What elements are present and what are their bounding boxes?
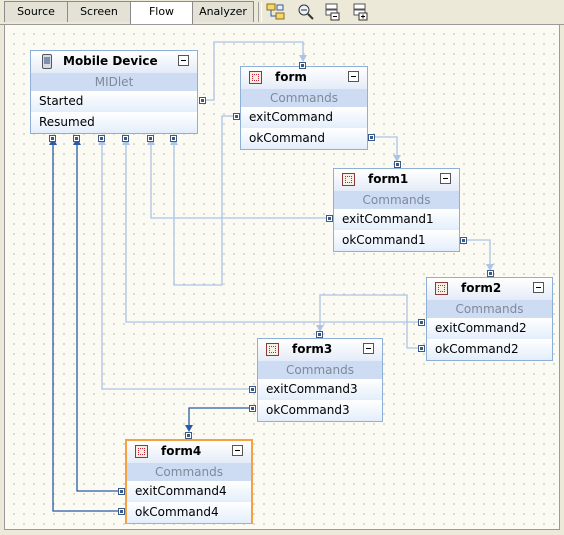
node-subtitle: MIDlet <box>31 73 197 91</box>
collapse-icon[interactable] <box>178 55 189 66</box>
node-title: form3 <box>292 342 333 356</box>
form1-exit-command-row[interactable]: exitCommand1 <box>334 209 459 230</box>
form-node[interactable]: form Commands exitCommand okCommand <box>240 66 368 150</box>
node-header[interactable]: Mobile Device <box>31 51 197 73</box>
collapse-icon[interactable] <box>440 173 451 184</box>
pin-form3-in[interactable] <box>316 331 323 338</box>
collapse-icon[interactable] <box>348 71 359 82</box>
form4-node[interactable]: form4 Commands exitCommand4 okCommand4 <box>125 439 253 524</box>
pin-form-ok[interactable] <box>368 134 375 141</box>
node-subtitle: Commands <box>241 89 367 107</box>
wire-form1-exit-to-mobile <box>150 140 330 219</box>
mobile-started-row[interactable]: Started <box>31 91 197 112</box>
node-title: form2 <box>461 281 502 295</box>
pin-form-exit[interactable] <box>233 113 240 120</box>
pin-form2-exit[interactable] <box>418 319 425 326</box>
pin-mobile-2[interactable] <box>73 135 80 142</box>
form-icon <box>342 173 355 186</box>
pin-form1-in[interactable] <box>394 161 401 168</box>
node-title: form1 <box>368 172 409 186</box>
pin-form3-exit[interactable] <box>249 386 256 393</box>
pin-mobile-5[interactable] <box>147 135 154 142</box>
form1-ok-command-row[interactable]: okCommand1 <box>334 230 459 251</box>
form-icon <box>435 282 448 295</box>
wire-form4-exit-to-mobile <box>76 140 122 492</box>
wire-form3-ok-to-form4 <box>188 407 253 430</box>
collapse-icon[interactable] <box>363 343 374 354</box>
node-header[interactable]: form2 <box>427 278 552 300</box>
wire-form-exit-to-mobile <box>173 115 237 286</box>
form4-ok-command-row[interactable]: okCommand4 <box>127 502 251 523</box>
node-header[interactable]: form3 <box>258 339 382 361</box>
pin-mobile-1[interactable] <box>49 135 56 142</box>
mobile-phone-icon <box>42 54 52 69</box>
wire-form3-exit-to-mobile <box>101 140 253 390</box>
form-icon <box>135 445 148 458</box>
form-icon <box>266 343 279 356</box>
collapse-icon[interactable] <box>533 282 544 293</box>
form3-exit-command-row[interactable]: exitCommand3 <box>258 379 382 400</box>
mobile-device-node[interactable]: Mobile Device MIDlet Started Resumed <box>30 50 198 134</box>
pin-form1-exit[interactable] <box>326 215 333 222</box>
wire-form1-ok-to-form2 <box>462 239 491 269</box>
pin-mobile-4[interactable] <box>122 135 129 142</box>
pin-form2-in[interactable] <box>487 270 494 277</box>
form3-ok-command-row[interactable]: okCommand3 <box>258 400 382 421</box>
wire-form-ok-to-form1 <box>372 136 398 160</box>
form2-exit-command-row[interactable]: exitCommand2 <box>427 318 552 339</box>
pin-started[interactable] <box>199 97 206 104</box>
node-header[interactable]: form <box>241 67 367 89</box>
form-icon <box>249 71 262 84</box>
node-title: form4 <box>161 444 202 458</box>
node-subtitle: Commands <box>258 361 382 379</box>
mobile-resumed-row[interactable]: Resumed <box>31 112 197 133</box>
pin-form4-in[interactable] <box>185 432 192 439</box>
form1-node[interactable]: form1 Commands exitCommand1 okCommand1 <box>333 168 460 252</box>
pin-form3-ok[interactable] <box>249 405 256 412</box>
form3-node[interactable]: form3 Commands exitCommand3 okCommand3 <box>257 338 383 422</box>
form4-exit-command-row[interactable]: exitCommand4 <box>127 481 251 502</box>
node-subtitle: Commands <box>127 463 251 481</box>
node-header[interactable]: form1 <box>334 169 459 191</box>
form2-node[interactable]: form2 Commands exitCommand2 okCommand2 <box>426 277 553 361</box>
pin-mobile-6[interactable] <box>170 135 177 142</box>
node-subtitle: Commands <box>334 191 459 209</box>
node-header[interactable]: form4 <box>127 441 251 463</box>
pin-form-in[interactable] <box>299 62 306 69</box>
form-exit-command-row[interactable]: exitCommand <box>241 107 367 128</box>
wire-form4-ok-to-mobile <box>52 140 122 512</box>
node-subtitle: Commands <box>427 300 552 318</box>
tab-flow[interactable]: Flow <box>130 1 193 24</box>
pin-form4-ok[interactable] <box>118 508 125 515</box>
pin-form1-ok[interactable] <box>460 237 467 244</box>
pin-mobile-3[interactable] <box>98 135 105 142</box>
pin-form4-exit[interactable] <box>118 488 125 495</box>
collapse-icon[interactable] <box>232 445 243 456</box>
node-title: form <box>275 70 307 84</box>
node-title: Mobile Device <box>63 54 158 68</box>
form-ok-command-row[interactable]: okCommand <box>241 128 367 149</box>
pin-form2-ok[interactable] <box>418 345 425 352</box>
form2-ok-command-row[interactable]: okCommand2 <box>427 339 552 360</box>
